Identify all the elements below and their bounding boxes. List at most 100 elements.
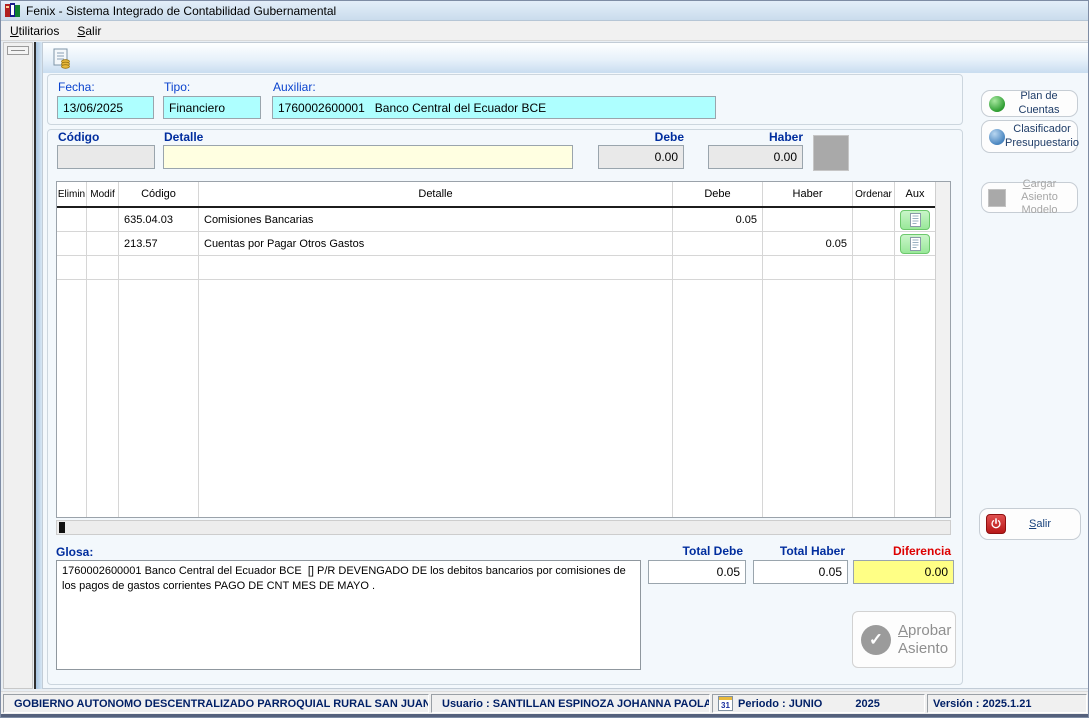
glosa-textarea[interactable]: 1760002600001 Banco Central del Ecuador … xyxy=(56,560,641,670)
cell-detalle: Cuentas por Pagar Otros Gastos xyxy=(199,232,673,255)
header-ordenar: Ordenar xyxy=(853,182,895,206)
status-version-text: Versión : 2025.1.21 xyxy=(933,698,1031,710)
auxiliar-input[interactable] xyxy=(272,96,716,119)
fecha-input[interactable] xyxy=(57,96,154,119)
table-row[interactable]: 213.57 Cuentas por Pagar Otros Gastos 0.… xyxy=(57,232,935,256)
detalle-input[interactable] xyxy=(163,145,573,169)
entries-grid: Elimin Modif Código Detalle Debe Haber O… xyxy=(56,181,951,518)
scrollbar-thumb[interactable] xyxy=(59,522,65,533)
cell-haber: 0.05 xyxy=(763,232,853,255)
codigo-label: Código xyxy=(58,130,99,144)
cell-ordenar xyxy=(853,208,895,231)
salir-button-label: Salir xyxy=(1006,518,1074,530)
menu-salir[interactable]: Salir xyxy=(68,21,110,40)
header-detalle: Detalle xyxy=(199,182,673,206)
salir-button[interactable]: Salir xyxy=(979,508,1081,540)
clasificador-presupuestario-button[interactable]: Clasificador Presupuestario xyxy=(981,120,1078,153)
toolbar-strip xyxy=(43,43,1088,73)
plan-de-cuentas-button[interactable]: Plan de Cuentas xyxy=(981,90,1078,117)
status-entity-text: GOBIERNO AUTONOMO DESCENTRALIZADO PARROQ… xyxy=(14,698,429,710)
cell-debe xyxy=(673,232,763,255)
document-icon xyxy=(910,237,921,251)
status-period-panel: 31 Periodo : JUNIO 2025 xyxy=(712,694,925,713)
menu-utilitarios-label: Utilitarios xyxy=(10,24,59,38)
menu-bar: Utilitarios Salir xyxy=(1,21,1089,41)
grid-vertical-scrollbar[interactable] xyxy=(935,182,950,517)
diferencia-label: Diferencia xyxy=(853,544,951,558)
haber-label: Haber xyxy=(708,130,803,144)
header-haber: Haber xyxy=(763,182,853,206)
menu-utilitarios[interactable]: Utilitarios xyxy=(1,21,68,40)
debe-input[interactable] xyxy=(598,145,684,169)
status-entity-panel: GOBIERNO AUTONOMO DESCENTRALIZADO PARROQ… xyxy=(3,694,429,713)
clasificador-line2: Presupuestario xyxy=(1005,137,1079,149)
total-debe-label: Total Debe xyxy=(648,544,743,558)
grid-empty-area xyxy=(57,280,935,517)
header-aux: Aux xyxy=(895,182,935,206)
clasificador-line1: Clasificador xyxy=(1013,123,1070,135)
title-bar: Fenix - Sistema Integrado de Contabilida… xyxy=(1,1,1089,21)
status-user-text: Usuario : SANTILLAN ESPINOZA JOHANNA PAO… xyxy=(442,698,710,710)
auxiliar-label: Auxiliar: xyxy=(273,80,316,94)
cargar-line2: Modelo xyxy=(1021,204,1057,216)
cargar-asiento-modelo-button: Cargar Asiento Modelo xyxy=(981,182,1078,213)
window-title: Fenix - Sistema Integrado de Contabilida… xyxy=(26,4,336,18)
blue-sphere-icon xyxy=(989,129,1005,145)
window-bottom-border xyxy=(1,714,1089,718)
journal-entry-document-coins-icon[interactable] xyxy=(51,48,73,70)
status-user-panel: Usuario : SANTILLAN ESPINOZA JOHANNA PAO… xyxy=(431,694,710,713)
gray-square-icon xyxy=(988,189,1006,207)
cell-modif xyxy=(87,232,119,255)
aux-detail-button[interactable] xyxy=(900,234,930,254)
grid-header-row: Elimin Modif Código Detalle Debe Haber O… xyxy=(57,182,935,208)
status-period-text: Periodo : JUNIO xyxy=(738,698,822,710)
total-debe-field xyxy=(648,560,746,584)
table-row[interactable]: 635.04.03 Comisiones Bancarias 0.05 xyxy=(57,208,935,232)
glosa-label: Glosa: xyxy=(56,545,93,559)
header-modif: Modif xyxy=(87,182,119,206)
header-codigo: Código xyxy=(119,182,199,206)
application-window: Fenix - Sistema Integrado de Contabilida… xyxy=(0,0,1089,718)
header-elimin: Elimin xyxy=(57,182,87,206)
cargar-line1: Cargar Asiento xyxy=(1006,178,1073,204)
status-bar: GOBIERNO AUTONOMO DESCENTRALIZADO PARROQ… xyxy=(1,691,1089,714)
cell-codigo: 635.04.03 xyxy=(119,208,199,231)
cell-detalle: Comisiones Bancarias xyxy=(199,208,673,231)
codigo-input[interactable] xyxy=(57,145,155,169)
aprobar-line1: Aprobar xyxy=(898,622,951,639)
header-debe: Debe xyxy=(673,182,763,206)
calendar-icon: 31 xyxy=(718,696,733,711)
diferencia-field xyxy=(853,560,954,584)
cell-debe: 0.05 xyxy=(673,208,763,231)
detalle-label: Detalle xyxy=(164,130,203,144)
aux-detail-button[interactable] xyxy=(900,210,930,230)
aprobar-asiento-button[interactable]: ✓ Aprobar Asiento xyxy=(852,611,956,668)
cell-ordenar xyxy=(853,232,895,255)
cell-elimin xyxy=(57,232,87,255)
haber-input[interactable] xyxy=(708,145,803,169)
left-collapsed-panel xyxy=(3,42,33,689)
fecha-label: Fecha: xyxy=(58,80,95,94)
cell-modif xyxy=(87,208,119,231)
panel-collapse-handle[interactable] xyxy=(7,46,29,55)
document-icon xyxy=(910,213,921,227)
menu-salir-label: Salir xyxy=(77,24,101,38)
cell-elimin xyxy=(57,208,87,231)
unlabeled-gray-button[interactable] xyxy=(813,135,849,171)
cargar-asiento-modelo-label: Cargar Asiento Modelo xyxy=(1006,178,1073,218)
empty-row xyxy=(57,256,935,280)
fenix-app-icon xyxy=(5,3,21,18)
check-circle-icon: ✓ xyxy=(861,625,891,655)
aprobar-line2: Asiento xyxy=(898,640,948,657)
debe-label: Debe xyxy=(599,130,684,144)
power-icon xyxy=(986,514,1006,534)
grid-horizontal-scrollbar[interactable] xyxy=(56,520,951,535)
tipo-label: Tipo: xyxy=(164,80,190,94)
status-version-panel: Versión : 2025.1.21 xyxy=(927,694,1087,713)
clasificador-presupuestario-label: Clasificador Presupuestario xyxy=(1005,123,1079,149)
cell-aux xyxy=(895,232,935,255)
cell-haber xyxy=(763,208,853,231)
cell-aux xyxy=(895,208,935,231)
tipo-input[interactable] xyxy=(163,96,261,119)
status-year-text: 2025 xyxy=(855,698,879,710)
